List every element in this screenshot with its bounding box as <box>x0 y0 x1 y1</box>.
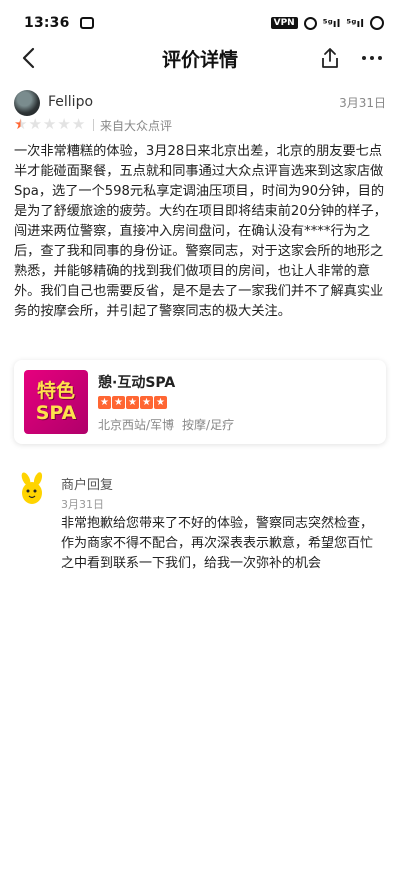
star-empty-icon: ★ <box>28 115 42 133</box>
reply-text: 非常抱歉给您带来了不好的体验，警察同志突然检查，作为商家不得不配合，再次深表表示… <box>61 516 374 571</box>
share-button[interactable] <box>316 44 344 72</box>
merchant-mascot-icon <box>21 472 43 504</box>
divider <box>93 119 94 131</box>
more-dot-icon <box>370 56 374 60</box>
shop-card[interactable]: 特色 SPA 憩·互动SPA ★ ★ ★ ★ ★ 北京西站/军博 按摩/足疗 <box>14 360 386 444</box>
shop-meta: 北京西站/军博 按摩/足疗 <box>98 416 234 433</box>
star-filled-icon: ★ <box>126 396 139 409</box>
shop-category: 按摩/足疗 <box>182 418 235 432</box>
star-filled-icon: ★ <box>112 396 125 409</box>
review-header: Fellipo 3月31日 ★ ★ ★ ★ ★ 来自大众点评 <box>14 90 386 134</box>
alarm-icon <box>303 16 317 30</box>
star-filled-icon: ★ <box>154 396 167 409</box>
nav-bar: 评价详情 <box>0 36 400 80</box>
star-empty-icon: ★ <box>42 115 57 133</box>
review-text: 一次非常糟糕的体验，3月28日来北京出差，北京的朋友要七点半才能碰面聚餐，五点就… <box>14 144 387 319</box>
username[interactable]: Fellipo <box>48 94 93 110</box>
review-rating: ★ ★ ★ ★ ★ <box>14 116 85 132</box>
shop-rating: ★ ★ ★ ★ ★ <box>98 396 167 409</box>
chevron-left-icon <box>22 47 35 69</box>
more-button[interactable] <box>356 44 388 72</box>
review-source: 来自大众点评 <box>100 119 173 133</box>
review-date: 3月31日 <box>339 96 386 110</box>
status-time: 13:36 <box>24 15 70 31</box>
more-dot-icon <box>362 56 366 60</box>
signal-icon-2: ⁵ᵍıl <box>346 16 364 30</box>
shop-location: 北京西站/军博 <box>98 418 175 432</box>
shop-thumbnail-text: 特色 SPA <box>35 380 77 424</box>
reply-title: 商户回复 <box>61 478 114 493</box>
page-title: 评价详情 <box>161 48 238 71</box>
app-notification-icon <box>79 17 94 29</box>
star-half-icon: ★ <box>14 115 28 133</box>
battery-icon <box>370 16 384 30</box>
shop-thumbnail: 特色 SPA <box>24 370 88 434</box>
vpn-icon: VPN <box>270 17 298 29</box>
star-empty-icon: ★ <box>71 115 86 133</box>
star-empty-icon: ★ <box>57 115 71 133</box>
star-filled-icon: ★ <box>98 396 111 409</box>
back-button[interactable] <box>14 44 42 72</box>
status-icons: VPN ⁵ᵍıl ⁵ᵍıl <box>270 16 384 30</box>
more-dot-icon <box>378 56 382 60</box>
avatar[interactable] <box>14 90 40 116</box>
star-filled-icon: ★ <box>140 396 153 409</box>
shop-name: 憩·互动SPA <box>98 375 176 391</box>
share-icon <box>322 48 338 68</box>
signal-icon: ⁵ᵍıl <box>322 16 341 30</box>
reply-date: 3月31日 <box>61 498 104 511</box>
